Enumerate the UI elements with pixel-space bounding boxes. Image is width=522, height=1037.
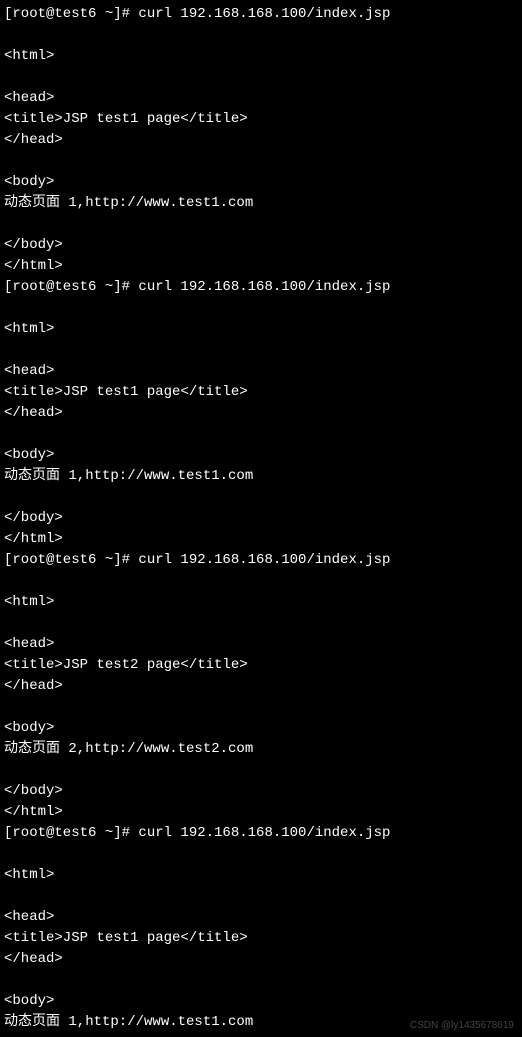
terminal-line bbox=[4, 844, 518, 865]
terminal-line: <body> bbox=[4, 991, 518, 1012]
terminal-line: </html> bbox=[4, 529, 518, 550]
terminal-line: <title>JSP test1 page</title> bbox=[4, 928, 518, 949]
terminal-output: [root@test6 ~]# curl 192.168.168.100/ind… bbox=[4, 4, 518, 1033]
terminal-line: 动态页面 1,http://www.test1.com bbox=[4, 466, 518, 487]
terminal-line: </head> bbox=[4, 130, 518, 151]
terminal-line bbox=[4, 886, 518, 907]
terminal-line bbox=[4, 67, 518, 88]
terminal-line bbox=[4, 340, 518, 361]
terminal-line: 动态页面 2,http://www.test2.com bbox=[4, 739, 518, 760]
terminal-line: <html> bbox=[4, 319, 518, 340]
terminal-line: [root@test6 ~]# curl 192.168.168.100/ind… bbox=[4, 277, 518, 298]
terminal-line: </body> bbox=[4, 235, 518, 256]
terminal-line bbox=[4, 25, 518, 46]
terminal-line: <body> bbox=[4, 718, 518, 739]
terminal-line: [root@test6 ~]# curl 192.168.168.100/ind… bbox=[4, 550, 518, 571]
terminal-line: </body> bbox=[4, 508, 518, 529]
terminal-line: <head> bbox=[4, 88, 518, 109]
terminal-line: </head> bbox=[4, 949, 518, 970]
terminal-line bbox=[4, 970, 518, 991]
terminal-line: [root@test6 ~]# curl 192.168.168.100/ind… bbox=[4, 4, 518, 25]
terminal-line: <title>JSP test2 page</title> bbox=[4, 655, 518, 676]
terminal-line: </body> bbox=[4, 781, 518, 802]
terminal-line: <head> bbox=[4, 907, 518, 928]
terminal-line: </head> bbox=[4, 676, 518, 697]
terminal-line: <head> bbox=[4, 634, 518, 655]
terminal-line: 动态页面 1,http://www.test1.com bbox=[4, 193, 518, 214]
terminal-line: <body> bbox=[4, 172, 518, 193]
terminal-line bbox=[4, 151, 518, 172]
watermark-text: CSDN @ly1435678619 bbox=[410, 1018, 514, 1033]
terminal-line: </html> bbox=[4, 256, 518, 277]
terminal-line: <html> bbox=[4, 592, 518, 613]
terminal-line bbox=[4, 214, 518, 235]
terminal-line: <html> bbox=[4, 46, 518, 67]
terminal-line: [root@test6 ~]# curl 192.168.168.100/ind… bbox=[4, 823, 518, 844]
terminal-line: </head> bbox=[4, 403, 518, 424]
terminal-line: <html> bbox=[4, 865, 518, 886]
terminal-line bbox=[4, 697, 518, 718]
terminal-line bbox=[4, 613, 518, 634]
terminal-line: <head> bbox=[4, 361, 518, 382]
terminal-line: <title>JSP test1 page</title> bbox=[4, 382, 518, 403]
terminal-line: <body> bbox=[4, 445, 518, 466]
terminal-line bbox=[4, 298, 518, 319]
terminal-line: </html> bbox=[4, 802, 518, 823]
terminal-line bbox=[4, 760, 518, 781]
terminal-line bbox=[4, 487, 518, 508]
terminal-line: <title>JSP test1 page</title> bbox=[4, 109, 518, 130]
terminal-line bbox=[4, 571, 518, 592]
terminal-line bbox=[4, 424, 518, 445]
